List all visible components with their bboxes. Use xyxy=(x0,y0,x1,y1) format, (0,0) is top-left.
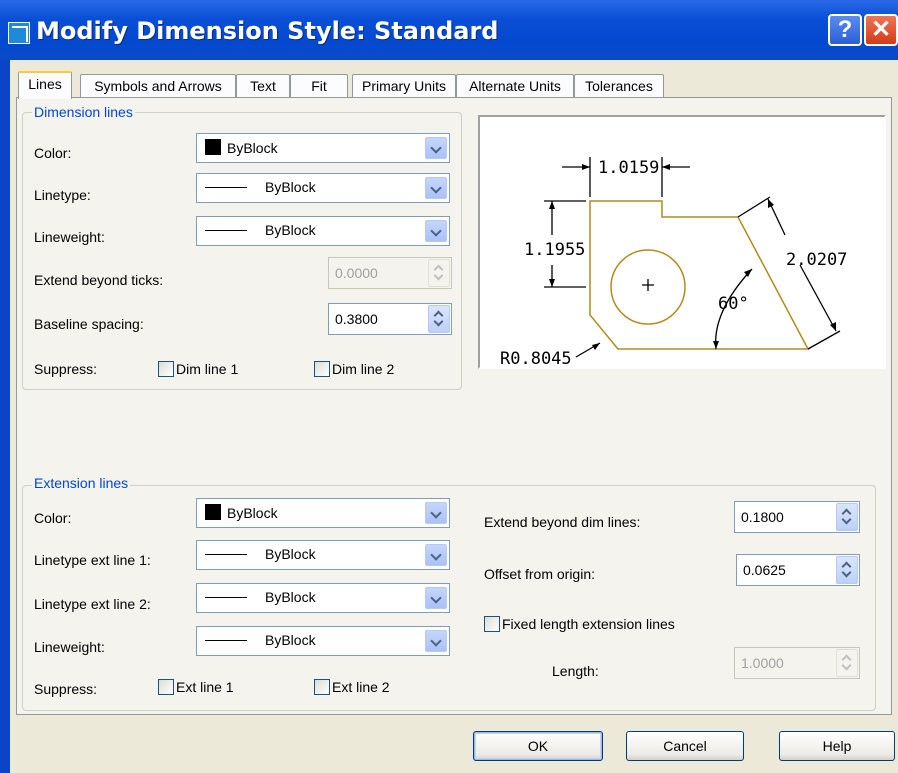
dim-line-2-checkbox[interactable]: Dim line 2 xyxy=(314,361,394,377)
dim-linetype-select[interactable]: ByBlock xyxy=(196,173,450,203)
linetype-ext2-select[interactable]: ByBlock xyxy=(196,583,450,613)
close-button[interactable]: ✕ xyxy=(864,14,898,46)
linetype-ext1-select[interactable]: ByBlock xyxy=(196,540,450,570)
extension-lines-legend: Extension lines xyxy=(32,475,131,491)
checkbox-box[interactable] xyxy=(158,361,174,377)
preview-shape xyxy=(589,200,810,350)
dimension-preview: 1.0159 1.1955 2.0207 60° R0.8045 xyxy=(478,115,886,369)
dim-color-label: Color: xyxy=(34,145,72,161)
preview-angle: 60° xyxy=(718,294,749,314)
line-sample-icon xyxy=(205,187,247,188)
tab-tolerances[interactable]: Tolerances xyxy=(574,74,664,98)
extend-beyond-dim-lines-spinner[interactable]: 0.1800 xyxy=(734,501,860,533)
dimension-lines-legend: Dimension lines xyxy=(32,104,135,120)
baseline-spacing-label: Baseline spacing: xyxy=(34,316,144,332)
window-frame xyxy=(0,60,10,773)
line-sample-icon xyxy=(205,640,247,641)
dim-lineweight-select[interactable]: ByBlock xyxy=(196,216,450,246)
length-label: Length: xyxy=(552,663,599,679)
preview-radius: R0.8045 xyxy=(500,349,572,367)
title-bar: Modify Dimension Style: Standard ? ✕ xyxy=(0,0,898,60)
extend-beyond-dim-lines-label: Extend beyond dim lines: xyxy=(484,514,641,530)
tab-lines[interactable]: Lines xyxy=(18,71,72,99)
spinner-arrows-icon[interactable] xyxy=(836,503,858,531)
line-sample-icon xyxy=(205,230,247,231)
help-button[interactable]: Help xyxy=(779,731,895,761)
dim-color-select[interactable]: ByBlock xyxy=(196,133,450,163)
chevron-down-icon[interactable] xyxy=(425,544,447,566)
extend-beyond-ticks-label: Extend beyond ticks: xyxy=(34,272,164,288)
ext-suppress-label: Suppress: xyxy=(34,681,98,697)
linetype-ext1-label: Linetype ext line 1: xyxy=(34,552,151,568)
spinner-arrows-icon xyxy=(428,259,450,287)
chevron-down-icon[interactable] xyxy=(425,177,447,199)
offset-from-origin-spinner[interactable]: 0.0625 xyxy=(736,554,860,586)
spinner-arrows-icon xyxy=(836,649,858,677)
color-swatch xyxy=(205,504,221,520)
checkbox-box[interactable] xyxy=(484,616,500,632)
chevron-down-icon[interactable] xyxy=(425,502,447,524)
linetype-ext2-label: Linetype ext line 2: xyxy=(34,596,151,612)
ext-color-select[interactable]: ByBlock xyxy=(196,498,450,528)
checkbox-box[interactable] xyxy=(314,361,330,377)
ext-lineweight-label: Lineweight: xyxy=(34,639,105,655)
ext-line-2-checkbox[interactable]: Ext line 2 xyxy=(314,679,390,695)
chevron-down-icon[interactable] xyxy=(425,137,447,159)
checkbox-box[interactable] xyxy=(158,679,174,695)
line-sample-icon xyxy=(205,597,247,598)
tab-symbols-and-arrows[interactable]: Symbols and Arrows xyxy=(80,74,236,98)
preview-drawing: 1.0159 1.1955 2.0207 60° R0.8045 xyxy=(500,157,847,367)
chevron-down-icon[interactable] xyxy=(425,220,447,242)
preview-dim-left: 1.1955 xyxy=(524,240,585,260)
tab-text[interactable]: Text xyxy=(236,74,290,98)
tab-fit[interactable]: Fit xyxy=(290,74,348,98)
offset-from-origin-label: Offset from origin: xyxy=(484,566,596,582)
ok-button[interactable]: OK xyxy=(473,731,603,761)
ext-line-1-checkbox[interactable]: Ext line 1 xyxy=(158,679,234,695)
fixed-length-checkbox[interactable]: Fixed length extension lines xyxy=(484,616,675,632)
extend-beyond-ticks-spinner: 0.0000 xyxy=(328,257,452,289)
help-title-button[interactable]: ? xyxy=(828,14,862,46)
window-title: Modify Dimension Style: Standard xyxy=(36,17,499,45)
preview-dim-right: 2.0207 xyxy=(786,250,847,270)
tab-alternate-units[interactable]: Alternate Units xyxy=(456,74,574,98)
app-icon xyxy=(8,22,30,44)
spinner-arrows-icon[interactable] xyxy=(428,305,450,333)
dim-linetype-label: Linetype: xyxy=(34,187,91,203)
baseline-spacing-spinner[interactable]: 0.3800 xyxy=(328,303,452,335)
chevron-down-icon[interactable] xyxy=(425,587,447,609)
spinner-arrows-icon[interactable] xyxy=(836,556,858,584)
dim-lineweight-label: Lineweight: xyxy=(34,229,105,245)
ext-color-label: Color: xyxy=(34,510,72,526)
cancel-button[interactable]: Cancel xyxy=(626,731,744,761)
ext-lineweight-select[interactable]: ByBlock xyxy=(196,626,450,656)
tab-primary-units[interactable]: Primary Units xyxy=(352,74,456,98)
line-sample-icon xyxy=(205,554,247,555)
preview-dim-top: 1.0159 xyxy=(598,158,659,178)
length-spinner: 1.0000 xyxy=(734,647,860,679)
chevron-down-icon[interactable] xyxy=(425,630,447,652)
dim-line-1-checkbox[interactable]: Dim line 1 xyxy=(158,361,238,377)
dim-suppress-label: Suppress: xyxy=(34,361,98,377)
color-swatch xyxy=(205,139,221,155)
checkbox-box[interactable] xyxy=(314,679,330,695)
